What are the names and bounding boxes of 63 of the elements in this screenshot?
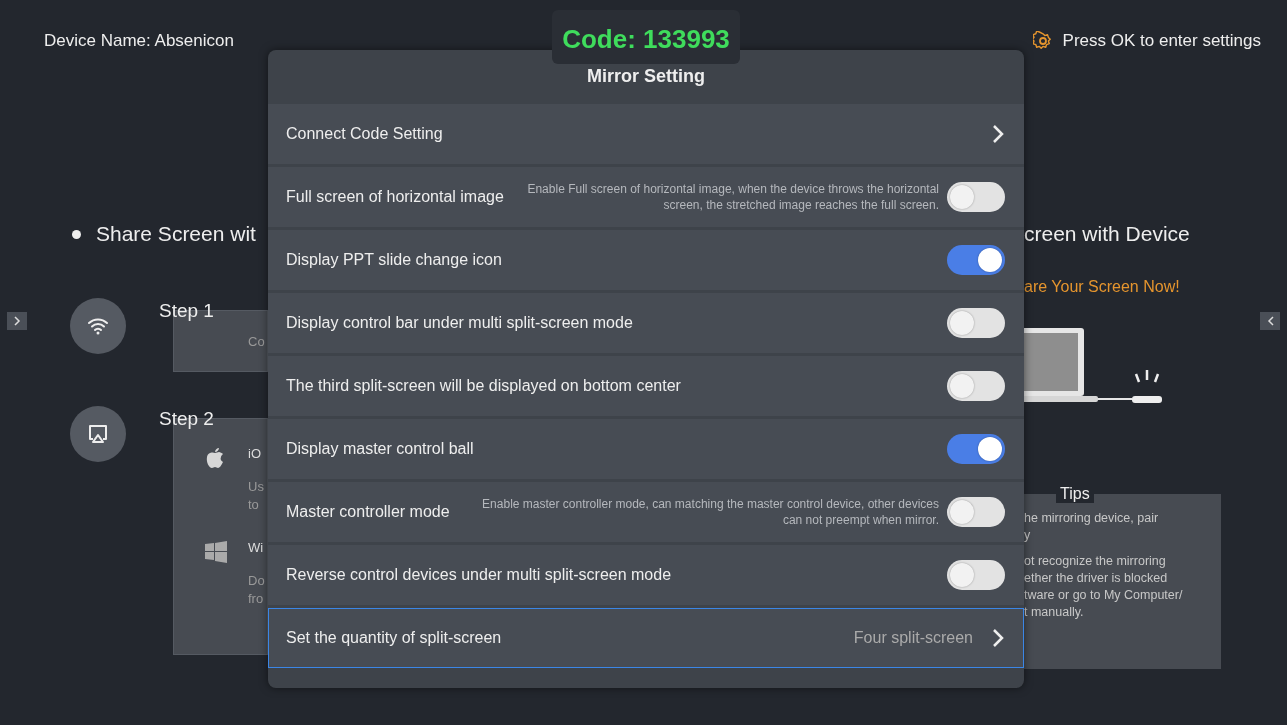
settings-row[interactable]: Reverse control devices under multi split-screen mode xyxy=(268,545,1024,605)
row-label: Display master control ball xyxy=(286,440,474,458)
row-description: Enable Full screen of horizontal image, when the device throws the horizontal screen, the stretched image reaches the full screen. xyxy=(526,181,940,213)
settings-row[interactable]: Display PPT slide change icon xyxy=(268,230,1024,290)
toggle-switch[interactable] xyxy=(947,182,1005,212)
connect-code: Code: 133993 xyxy=(552,10,740,64)
chevron-right-icon xyxy=(13,316,21,326)
step-label: Step 1 xyxy=(159,300,214,322)
windows-icon xyxy=(205,541,227,563)
row-label: Master controller mode xyxy=(286,503,450,521)
row-label: The third split-screen will be displayed on bottom center xyxy=(286,377,681,395)
toggle-switch[interactable] xyxy=(947,308,1005,338)
settings-row[interactable]: Master controller mode Enable master controller mode, can matching the master control device, other devices can not preempt when mirror. xyxy=(268,482,1024,542)
expand-left-button[interactable] xyxy=(7,312,27,330)
row-label: Reverse control devices under multi split-screen mode xyxy=(286,566,672,584)
tip-text: y xyxy=(1024,527,1032,544)
chevron-right-icon xyxy=(991,123,1005,145)
settings-row[interactable]: The third split-screen will be displayed on bottom center xyxy=(268,356,1024,416)
row-label: Full screen of horizontal image xyxy=(286,188,504,206)
row-description: Enable master controller mode, can matching the master control device, other devices can not preempt when mirror. xyxy=(481,496,940,528)
settings-row[interactable]: Set the quantity of split-screen Four split-screen xyxy=(268,608,1024,668)
bullet-dot xyxy=(72,229,81,239)
settings-icon xyxy=(1032,31,1053,51)
tip-text: ether the driver is blocked xyxy=(1024,570,1169,587)
card-text: fro xyxy=(248,591,264,606)
section-heading: Share Screen wit xyxy=(96,222,256,246)
toggle-switch[interactable] xyxy=(947,434,1005,464)
tip-text: he mirroring device, pair xyxy=(1024,510,1160,527)
toggle-switch[interactable] xyxy=(947,371,1005,401)
settings-row[interactable]: Display control bar under multi split-screen mode xyxy=(268,293,1024,353)
card-text: iO xyxy=(248,446,261,461)
tip-text: t manually. xyxy=(1024,604,1085,621)
settings-row[interactable]: Connect Code Setting xyxy=(268,104,1024,164)
chevron-right-icon xyxy=(991,627,1005,649)
card-text: Co xyxy=(248,334,265,349)
card-text: Wi xyxy=(248,540,264,555)
expand-right-button[interactable] xyxy=(1260,312,1280,330)
share-prompt: are Your Screen Now! xyxy=(1024,278,1181,296)
row-value: Four split-screen xyxy=(853,629,973,647)
apple-icon xyxy=(205,447,225,469)
card-text: Us xyxy=(248,479,264,494)
step-label: Step 2 xyxy=(159,408,214,430)
toggle-switch[interactable] xyxy=(947,497,1005,527)
row-label: Connect Code Setting xyxy=(286,125,443,143)
card-text: Do xyxy=(248,573,265,588)
settings-row[interactable]: Full screen of horizontal image Enable Full screen of horizontal image, when the device throws the horizontal screen, the stretched image reaches the full screen. xyxy=(268,167,1024,227)
card-text: to xyxy=(248,497,259,512)
row-label: Display PPT slide change icon xyxy=(286,251,502,269)
settings-row[interactable]: Display master control ball xyxy=(268,419,1024,479)
tips-title: Tips xyxy=(1056,485,1094,503)
tip-text: tware or go to My Computer/ xyxy=(1024,587,1184,604)
chevron-left-icon xyxy=(1266,316,1274,326)
toggle-switch[interactable] xyxy=(947,560,1005,590)
section-heading: creen with Device xyxy=(1024,222,1191,246)
screen-cast-icon xyxy=(87,423,109,445)
toggle-switch[interactable] xyxy=(947,245,1005,275)
device-name: Device Name: Absenicon xyxy=(44,31,234,51)
row-label: Display control bar under multi split-screen mode xyxy=(286,314,633,332)
row-label: Set the quantity of split-screen xyxy=(286,629,502,647)
wifi-icon xyxy=(87,317,109,335)
tip-text: ot recognize the mirroring xyxy=(1024,553,1167,570)
settings-hint: Press OK to enter settings xyxy=(1062,31,1261,51)
dialog-title: Mirror Setting xyxy=(587,65,705,88)
